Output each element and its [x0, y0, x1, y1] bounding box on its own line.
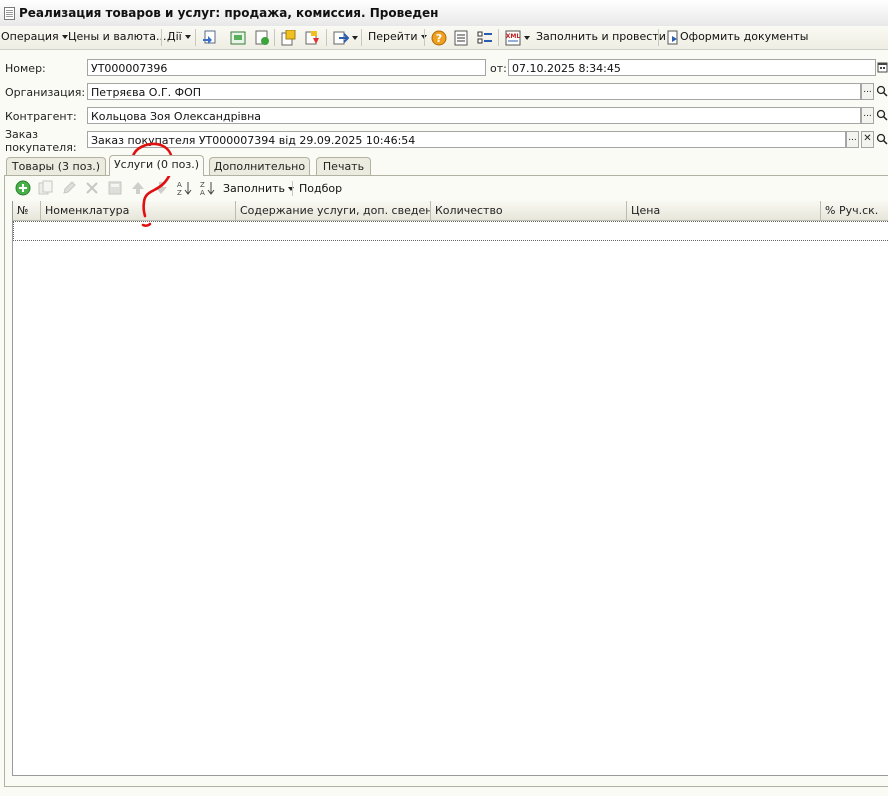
toolbar-separator	[161, 29, 162, 46]
order-label-line2: покупателя:	[5, 141, 77, 154]
tab-services[interactable]: Услуги (0 поз.)	[109, 155, 204, 176]
help-icon[interactable]: ?	[430, 29, 447, 46]
end-edit-icon	[107, 180, 123, 196]
prices-currency-button[interactable]: Цены и валюта...	[68, 30, 166, 43]
delete-row-icon	[84, 180, 100, 196]
settings-list-icon[interactable]	[476, 29, 493, 46]
post-icon[interactable]	[253, 29, 270, 46]
post-and-close-icon[interactable]	[201, 29, 218, 46]
window-title: Реализация товаров и услуг: продажа, ком…	[19, 6, 439, 20]
tab-additional[interactable]: Дополнительно	[209, 157, 310, 175]
order-clear-button[interactable]: ✕	[861, 131, 874, 148]
goto-menu[interactable]: Перейти	[368, 30, 427, 43]
chevron-down-icon	[61, 35, 68, 39]
tab-print[interactable]: Печать	[316, 157, 371, 175]
toolbar-separator	[498, 29, 499, 46]
selection-button[interactable]: Подбор	[299, 182, 342, 195]
order-select-button[interactable]: ...	[846, 131, 859, 148]
save-icon[interactable]	[229, 29, 246, 46]
chevron-down-icon	[287, 187, 294, 191]
toolbar-separator	[292, 181, 293, 196]
document-flow-icon[interactable]	[303, 29, 320, 46]
operation-menu[interactable]: Операция	[1, 30, 68, 43]
calendar-icon[interactable]	[877, 60, 888, 75]
organization-label: Организация:	[5, 86, 86, 99]
contractor-select-button[interactable]: ...	[861, 107, 874, 124]
chevron-down-icon[interactable]	[352, 36, 358, 40]
toolbar-separator	[274, 29, 275, 46]
fill-menu[interactable]: Заполнить	[223, 182, 294, 195]
svg-text:A: A	[200, 189, 205, 196]
copy-document-icon[interactable]	[279, 29, 296, 46]
column-header-quantity[interactable]: Количество	[431, 201, 627, 221]
edit-row-icon	[61, 180, 77, 196]
add-row-icon[interactable]	[15, 180, 31, 196]
date-label: от:	[490, 62, 507, 75]
toolbar-separator	[195, 29, 196, 46]
toolbar-separator	[361, 29, 362, 46]
fill-and-post-button[interactable]: Заполнить и провести	[536, 30, 666, 43]
organization-field[interactable]: Петряєва О.Г. ФОП	[87, 83, 861, 100]
column-header-service-content[interactable]: Содержание услуги, доп. сведения	[236, 201, 431, 221]
column-header-number[interactable]: №	[13, 201, 41, 221]
fill-label: Заполнить	[223, 182, 285, 195]
search-icon[interactable]	[876, 132, 888, 147]
number-field[interactable]: УТ000007396	[87, 59, 486, 76]
order-label: Заказ покупателя:	[5, 128, 77, 154]
make-documents-button[interactable]: Оформить документы	[680, 30, 808, 43]
copy-row-icon	[38, 180, 54, 196]
chevron-down-icon[interactable]	[524, 36, 530, 40]
svg-text:?: ?	[435, 32, 441, 45]
actions-menu[interactable]: Дії	[167, 30, 191, 43]
goto-label: Перейти	[368, 30, 418, 43]
number-label: Номер:	[5, 62, 46, 75]
tab-goods[interactable]: Товары (3 поз.)	[6, 157, 106, 175]
operation-label: Операция	[1, 30, 59, 43]
customer-order-field[interactable]: Заказ покупателя УТ000007394 від 29.09.2…	[87, 131, 846, 148]
toolbar-separator	[424, 29, 425, 46]
sort-descending-icon[interactable]: ZA	[199, 180, 215, 196]
services-table[interactable]	[12, 201, 888, 776]
date-field[interactable]: 07.10.2025 8:34:45	[508, 59, 876, 76]
toolbar-separator	[326, 29, 327, 46]
organization-select-button[interactable]: ...	[861, 83, 874, 100]
chevron-down-icon	[184, 35, 191, 39]
actions-label: Дії	[167, 30, 182, 43]
order-label-line1: Заказ	[5, 128, 39, 141]
search-icon[interactable]	[876, 108, 888, 123]
document-icon	[4, 7, 15, 20]
contractor-field[interactable]: Кольцова Зоя Олександрівна	[87, 107, 861, 124]
svg-text:Z: Z	[200, 181, 205, 189]
column-header-manual-discount[interactable]: % Руч.ск.	[821, 201, 888, 221]
column-header-price[interactable]: Цена	[627, 201, 821, 221]
print-documents-icon	[664, 29, 681, 46]
structure-icon[interactable]	[452, 29, 469, 46]
svg-text:XML: XML	[505, 33, 520, 40]
contractor-label: Контрагент:	[5, 110, 77, 123]
search-icon[interactable]	[876, 84, 888, 99]
xml-export-icon[interactable]: XML	[504, 29, 521, 46]
create-based-on-icon[interactable]	[332, 29, 349, 46]
toolbar-separator	[658, 29, 659, 46]
